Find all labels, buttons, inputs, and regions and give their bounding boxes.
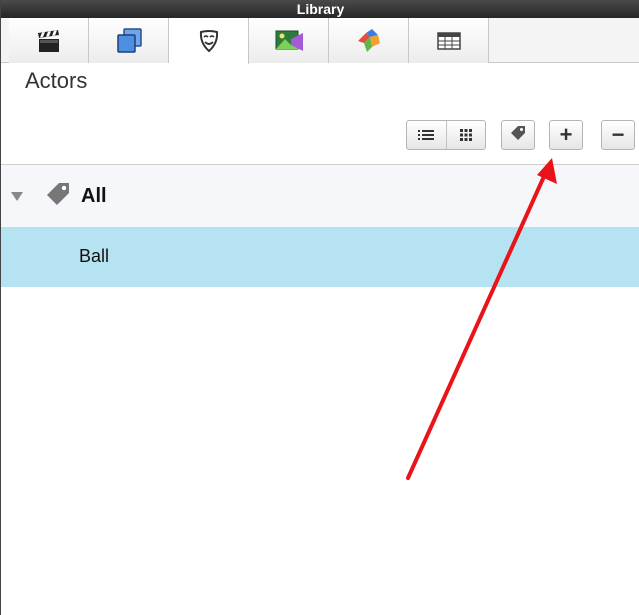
puzzle-icon [354, 26, 384, 56]
list-item-label: Ball [79, 246, 110, 266]
tab-layers[interactable] [89, 18, 169, 63]
tab-actors[interactable] [169, 18, 249, 64]
grid-view-icon[interactable] [447, 121, 486, 149]
tag-icon [44, 180, 72, 213]
table-icon [436, 30, 462, 52]
actor-mask-icon [195, 27, 223, 55]
window-title: Library [1, 0, 639, 18]
tab-media[interactable] [249, 18, 329, 63]
disclosure-triangle-icon[interactable] [11, 189, 23, 207]
tag-button[interactable] [501, 120, 535, 150]
tab-tables[interactable] [409, 18, 489, 63]
layers-icon [114, 26, 144, 56]
list-view-icon[interactable] [407, 121, 447, 149]
tab-scenes[interactable] [9, 18, 89, 63]
tag-icon [509, 124, 527, 147]
view-mode-toggle [406, 120, 486, 150]
tree-group-label: All [81, 185, 107, 207]
tab-behaviors[interactable] [329, 18, 409, 63]
section-title: Actors [25, 68, 88, 93]
image-video-icon [273, 27, 305, 55]
remove-actor-button[interactable]: − [601, 120, 635, 150]
library-panel: Library Actors + − All Ball [0, 0, 639, 615]
library-tab-bar [1, 18, 639, 64]
actors-header [1, 63, 639, 165]
clapperboard-icon [35, 27, 63, 55]
add-actor-button[interactable]: + [549, 120, 583, 150]
